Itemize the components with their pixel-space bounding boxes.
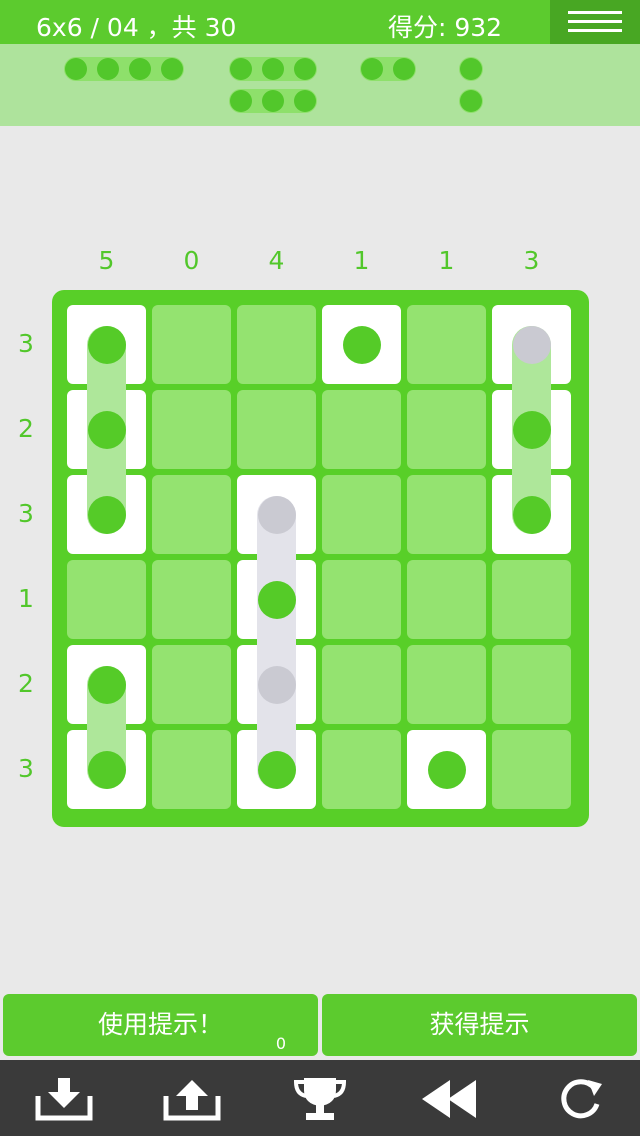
green-dot <box>87 410 126 449</box>
top-bar: 6x6 / 04 ，共 30 得分: 932 <box>0 0 640 44</box>
trophy-icon <box>293 1078 347 1120</box>
gray-dot <box>257 495 296 534</box>
restart-button[interactable] <box>550 1076 610 1122</box>
green-dot <box>257 750 296 789</box>
piece-2-dots <box>360 57 416 81</box>
download-icon <box>35 1078 93 1121</box>
column-clue: 0 <box>183 246 200 275</box>
menu-button[interactable] <box>550 0 640 44</box>
grid-cell[interactable] <box>237 305 316 384</box>
piece-dot <box>129 58 151 80</box>
grid-cell[interactable] <box>322 730 401 809</box>
grid-cell[interactable] <box>492 645 571 724</box>
grid-cell[interactable] <box>152 730 231 809</box>
row-clue: 1 <box>18 583 34 613</box>
piece-connector <box>257 495 296 789</box>
green-dot <box>87 750 126 789</box>
piece-dot <box>262 58 284 80</box>
hamburger-menu-icon <box>568 20 622 23</box>
piece-dot <box>230 58 252 80</box>
grid-cell[interactable] <box>407 305 486 384</box>
rewind-icon <box>422 1080 476 1118</box>
green-dot <box>87 495 126 534</box>
upload-icon <box>163 1080 221 1121</box>
green-dot <box>427 750 466 789</box>
grid-cell[interactable] <box>492 560 571 639</box>
piece-1-dots <box>459 89 483 113</box>
row-clue: 2 <box>18 413 34 443</box>
grid-cell[interactable] <box>152 390 231 469</box>
piece-dot <box>361 58 383 80</box>
puzzle-board <box>52 290 589 827</box>
grid-cell[interactable] <box>322 645 401 724</box>
grid-cell[interactable] <box>407 475 486 554</box>
grid-cell[interactable] <box>152 475 231 554</box>
hamburger-menu-icon <box>568 29 622 32</box>
piece-dot <box>460 58 482 80</box>
grid-cell[interactable] <box>407 390 486 469</box>
grid-cell[interactable] <box>322 390 401 469</box>
grid-cell[interactable] <box>152 560 231 639</box>
grid-cell[interactable] <box>407 645 486 724</box>
grid-cell[interactable] <box>67 560 146 639</box>
green-dot <box>87 665 126 704</box>
green-dot <box>87 325 126 364</box>
piece-dot <box>393 58 415 80</box>
undo-button[interactable] <box>420 1076 480 1122</box>
grid-cell[interactable] <box>152 645 231 724</box>
get-hint-button[interactable]: 获得提示 <box>322 994 637 1056</box>
piece-dot <box>294 58 316 80</box>
hint-count: 0 <box>275 1034 286 1053</box>
grid-cell[interactable] <box>152 305 231 384</box>
column-clue: 4 <box>268 246 285 275</box>
level-indicator: 6x6 / 04 ，共 30 <box>36 13 237 42</box>
piece-tray <box>0 44 640 126</box>
restart-icon <box>561 1079 602 1119</box>
leaderboard-button[interactable] <box>290 1076 350 1122</box>
green-dot <box>257 580 296 619</box>
row-clue: 3 <box>18 328 34 358</box>
grid-cell[interactable] <box>322 560 401 639</box>
grid-cell[interactable] <box>492 730 571 809</box>
row-clue: 3 <box>18 753 34 783</box>
piece-3-dots <box>229 57 317 81</box>
green-dot <box>512 410 551 449</box>
get-hint-label: 获得提示 <box>429 1010 530 1039</box>
gray-dot <box>257 665 296 704</box>
use-hint-label: 使用提示！ <box>97 1010 223 1039</box>
piece-dot <box>97 58 119 80</box>
piece-dot <box>230 90 252 112</box>
green-dot <box>342 325 381 364</box>
column-clue: 1 <box>353 246 370 275</box>
hamburger-menu-icon <box>568 11 622 14</box>
column-clue: 5 <box>98 246 115 275</box>
row-clue: 2 <box>18 668 34 698</box>
use-hint-button[interactable]: 使用提示！ 0 <box>3 994 318 1056</box>
green-dot <box>512 495 551 534</box>
grid-cell[interactable] <box>322 475 401 554</box>
bottom-toolbar <box>0 1060 640 1136</box>
piece-dot <box>65 58 87 80</box>
piece-dot <box>294 90 316 112</box>
share-button[interactable] <box>162 1076 222 1122</box>
piece-dot <box>161 58 183 80</box>
piece-1-dots <box>459 57 483 81</box>
column-clue: 3 <box>523 246 540 275</box>
piece-dot <box>460 90 482 112</box>
row-clue: 3 <box>18 498 34 528</box>
piece-4-dots <box>64 57 184 81</box>
column-clue: 1 <box>438 246 455 275</box>
download-button[interactable] <box>34 1076 94 1122</box>
piece-dot <box>262 90 284 112</box>
gray-dot <box>512 325 551 364</box>
grid-cell[interactable] <box>237 390 316 469</box>
piece-3-dots <box>229 89 317 113</box>
score-display: 得分: 932 <box>388 13 503 42</box>
grid-cell[interactable] <box>407 560 486 639</box>
